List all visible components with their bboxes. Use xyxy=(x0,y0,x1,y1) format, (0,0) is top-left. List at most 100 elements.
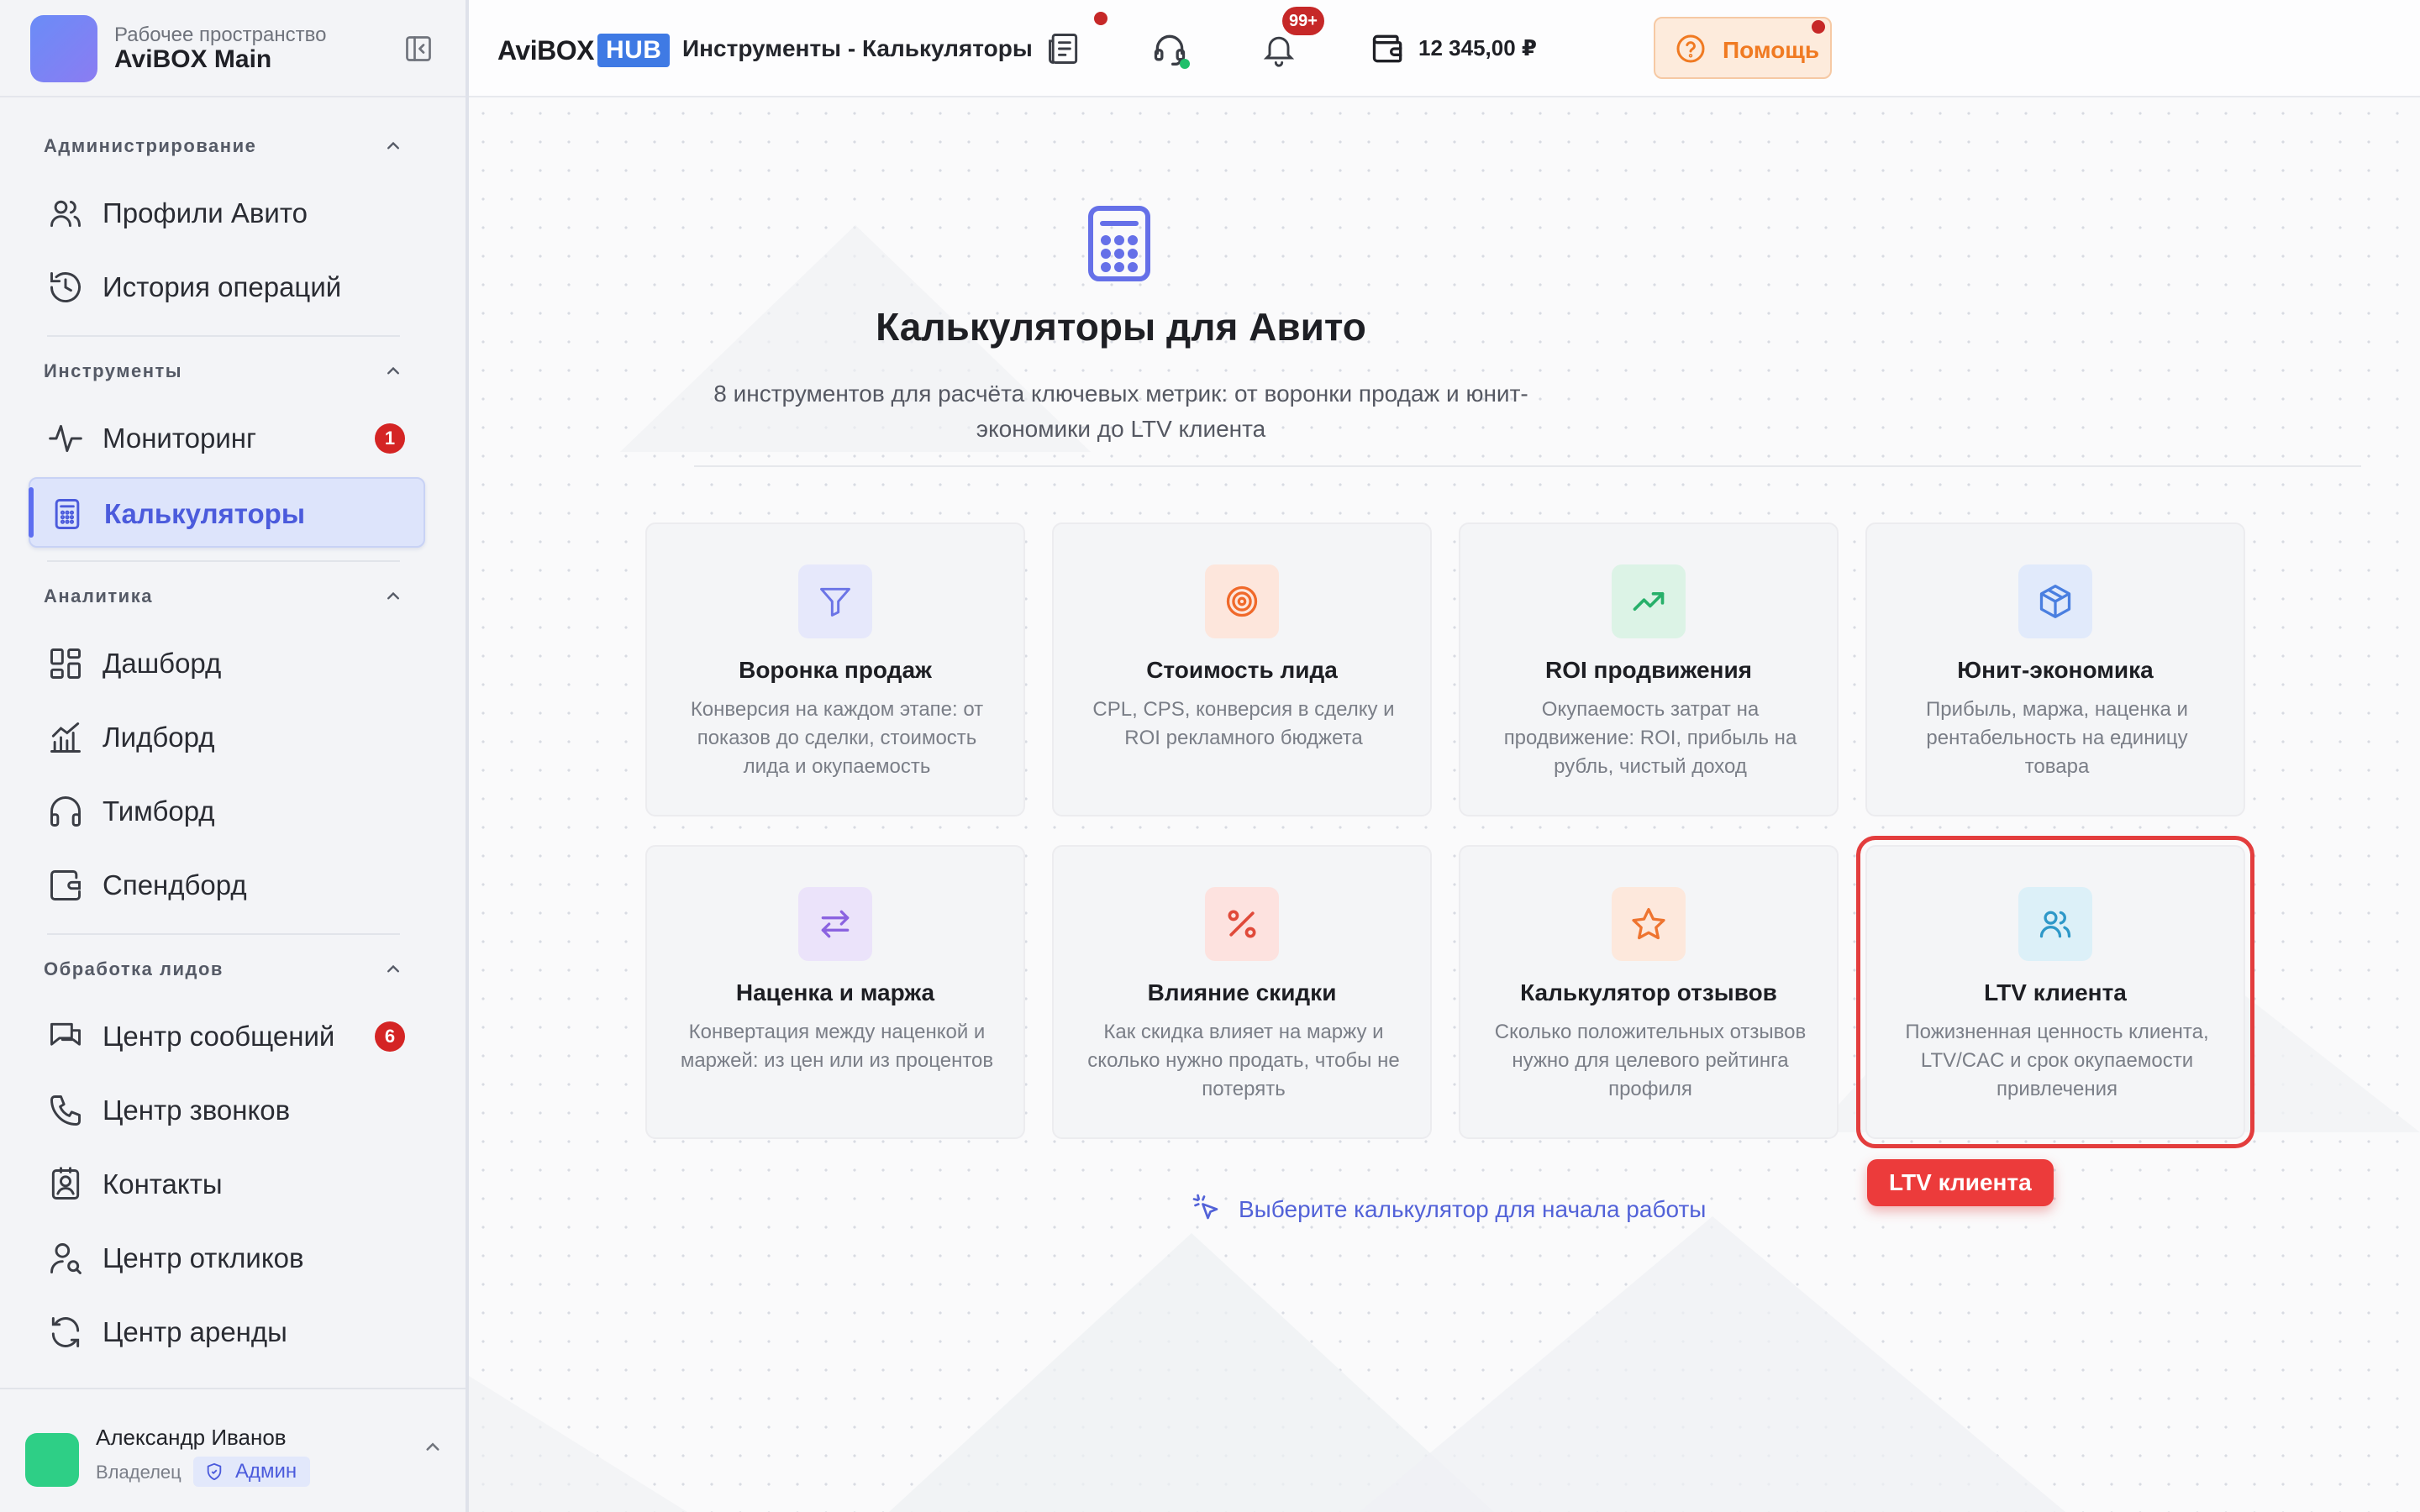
brand-hub-badge: HUB xyxy=(597,34,671,67)
percent-icon xyxy=(1228,910,1256,938)
sidebar-item-label: Центр звонков xyxy=(103,1095,291,1126)
chevron-up-icon[interactable] xyxy=(381,134,405,158)
news-icon[interactable] xyxy=(1045,30,1082,67)
breadcrumb: Инструменты - Калькуляторы xyxy=(682,35,1033,61)
chevron-up-icon[interactable] xyxy=(381,958,405,981)
card-icon-box xyxy=(1612,564,1686,638)
sidebar-item-label: Мониторинг xyxy=(103,423,257,454)
card-title: ROI продвижения xyxy=(1544,657,1753,683)
calculator-card-markup-margin[interactable]: Наценка и маржа Конвертация между наценк… xyxy=(645,845,1025,1139)
sidebar-divider xyxy=(47,933,400,935)
chevron-up-icon[interactable] xyxy=(381,360,405,383)
wallet-icon[interactable] xyxy=(1370,30,1407,67)
star-icon xyxy=(1632,907,1665,940)
users-icon xyxy=(2039,911,2071,938)
sidebar-item-spendboard[interactable]: Спендборд xyxy=(29,850,425,921)
help-indicator xyxy=(1812,20,1825,34)
notifications-badge: 99+ xyxy=(1282,7,1324,35)
sidebar-divider xyxy=(47,335,400,337)
messages-icon xyxy=(50,1022,81,1046)
main-content: Калькуляторы для Авито 8 инструментов дл… xyxy=(469,99,2420,1512)
card-description: Окупаемость затрат на продвижение: ROI, … xyxy=(1503,698,1797,778)
monitoring-badge: 1 xyxy=(375,423,405,454)
news-indicator xyxy=(1094,12,1107,25)
sidebar-item-rent[interactable]: Центр аренды xyxy=(29,1297,425,1368)
chart-icon xyxy=(50,722,81,753)
sidebar-item-operations-history[interactable]: История операций xyxy=(29,252,425,323)
chevron-up-icon[interactable] xyxy=(420,1435,445,1460)
sidebar-item-calls[interactable]: Центр звонков xyxy=(29,1075,425,1146)
card-description: Как скидка влияет на маржу и сколько нуж… xyxy=(1087,1021,1400,1100)
user-profile[interactable]: Александр Иванов Владелец Админ xyxy=(0,1388,466,1512)
workspace-switcher[interactable]: Рабочее пространство AviBOX Main xyxy=(0,0,466,97)
sidebar-item-dashboard[interactable]: Дашборд xyxy=(29,628,425,699)
calculator-icon xyxy=(1088,206,1150,281)
sidebar-collapse-icon[interactable] xyxy=(403,34,434,64)
filter-icon xyxy=(820,587,850,617)
sidebar-item-label: Центр откликов xyxy=(103,1242,304,1273)
sidebar-item-messages[interactable]: Центр сообщений 6 xyxy=(29,1001,425,1072)
selection-tooltip: LTV клиента xyxy=(1867,1159,2054,1206)
bell-icon[interactable] xyxy=(1260,30,1297,67)
card-icon-box xyxy=(1205,564,1279,638)
users-icon xyxy=(50,200,81,228)
user-name: Александр Иванов xyxy=(96,1425,287,1450)
shield-icon xyxy=(207,1462,222,1481)
card-title: Влияние скидки xyxy=(1147,979,1337,1005)
card-description: Сколько положительных отзывов нужно для … xyxy=(1494,1021,1807,1100)
sidebar-item-teamboard[interactable]: Тимборд xyxy=(29,776,425,847)
calculator-card-ltv[interactable]: LTV клиента Пожизненная ценность клиента… xyxy=(1856,836,2254,1148)
card-icon-box xyxy=(1612,887,1686,961)
user-role: Владелец xyxy=(96,1462,182,1483)
calculator-card-promo-roi[interactable]: ROI продвижения Окупаемость затрат на пр… xyxy=(1459,522,1839,816)
card-icon-box xyxy=(2018,564,2092,638)
sidebar-item-contacts[interactable]: Контакты xyxy=(29,1149,425,1220)
card-description: Конвертация между наценкой и маржей: из … xyxy=(680,1021,994,1072)
help-circle-icon xyxy=(1676,34,1705,63)
headphones-icon xyxy=(50,796,81,827)
refresh-icon xyxy=(51,1317,80,1347)
card-title: Наценка и маржа xyxy=(735,979,935,1005)
sidebar-item-responses[interactable]: Центр откликов xyxy=(29,1223,425,1294)
sidebar-item-label: Дашборд xyxy=(103,648,222,679)
sidebar-item-avito-profiles[interactable]: Профили Авито xyxy=(29,178,425,249)
help-button-label: Помощь xyxy=(1723,37,1820,63)
sidebar-item-label: Профили Авито xyxy=(103,197,308,228)
workspace-name: AviBOX Main xyxy=(114,45,272,73)
top-header: AviBOX HUB Инструменты - Калькуляторы По… xyxy=(469,0,2420,97)
card-description: Пожизненная ценность клиента, LTV/CAC и … xyxy=(1905,1021,2209,1100)
card-description: CPL, CPS, конверсия в сделку и ROI рекла… xyxy=(1092,698,1395,749)
card-icon-box xyxy=(1205,887,1279,961)
card-title: Калькулятор отзывов xyxy=(1520,979,1777,1005)
calculator-card-unit-economics[interactable]: Юнит-экономика Прибыль, маржа, наценка и… xyxy=(1865,522,2245,816)
card-description: Конверсия на каждом этапе: от показов до… xyxy=(690,698,984,778)
sidebar-item-calculators[interactable]: Калькуляторы xyxy=(29,477,425,548)
calculator-card-discount-impact[interactable]: Влияние скидки Как скидка влияет на марж… xyxy=(1052,845,1432,1139)
card-icon-box xyxy=(2018,887,2092,961)
target-icon xyxy=(1226,585,1258,617)
sidebar-item-leadboard[interactable]: Лидборд xyxy=(29,702,425,773)
card-title: Юнит-экономика xyxy=(1957,657,2154,683)
chevron-up-icon[interactable] xyxy=(381,585,405,608)
calculator-card-sales-funnel[interactable]: Воронка продаж Конверсия на каждом этапе… xyxy=(645,522,1025,816)
workspace-logo xyxy=(30,15,97,82)
balance-value[interactable]: 12 345,00 ₽ xyxy=(1418,35,1537,61)
help-button[interactable]: Помощь xyxy=(1654,17,1832,79)
page-subtitle: 8 инструментов для расчёта ключевых метр… xyxy=(713,381,1528,442)
messages-badge: 6 xyxy=(375,1021,405,1052)
section-title-admin: Администрирование xyxy=(44,135,257,156)
header-divider xyxy=(694,465,2361,467)
sidebar-item-monitoring[interactable]: Мониторинг 1 xyxy=(29,403,425,474)
wallet-icon xyxy=(50,870,81,900)
pointer-click-icon xyxy=(1192,1194,1218,1220)
calculator-card-reviews[interactable]: Калькулятор отзывов Сколько положительны… xyxy=(1459,845,1839,1139)
sidebar-item-label: Центр аренды xyxy=(103,1316,287,1347)
card-icon-box xyxy=(798,887,872,961)
brand-logo[interactable]: AviBOX HUB xyxy=(497,30,671,71)
card-title: Воронка продаж xyxy=(739,657,932,683)
card-title: LTV клиента xyxy=(1984,979,2127,1005)
sidebar-item-label: История операций xyxy=(103,271,342,302)
calculator-card-lead-cost[interactable]: Стоимость лида CPL, CPS, конверсия в сде… xyxy=(1052,522,1432,816)
brand-name: AviBOX xyxy=(497,34,594,66)
section-title-tools: Инструменты xyxy=(44,360,183,381)
